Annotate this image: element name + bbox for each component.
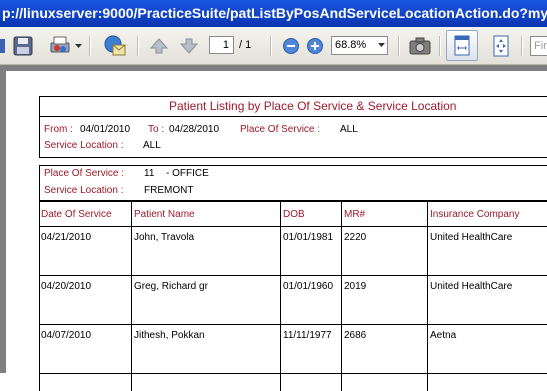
page-number-input[interactable]: 1 [209,36,234,54]
cell-insurance-company: Aetna [430,330,457,341]
cell-date-of-service: 04/21/2010 [41,232,92,243]
document-viewport[interactable]: Patient Listing by Place Of Service & Se… [0,65,547,391]
col-mr-number: MR# [344,209,366,220]
save-icon[interactable] [10,33,36,59]
cell-insurance-company: United HealthCare [430,232,513,243]
fit-page-icon[interactable] [487,32,515,60]
window-title-bar: p://linuxserver:9000/PracticeSuite/patLi… [0,0,547,27]
svc-loc-filter-value: ALL [143,140,161,151]
cell-dob: 01/01/1981 [283,232,334,243]
cell-patient-name: Jithesh, Pokkan [134,330,205,341]
col-insurance-company: Insurance Company [430,209,520,220]
svc-loc-filter-label: Service Location : [44,140,124,151]
cell-date-of-service: 04/07/2010 [41,330,92,341]
fit-width-button[interactable] [446,30,478,61]
print-dropdown-arrow-icon[interactable] [74,41,82,51]
next-page-icon[interactable] [178,35,200,57]
report-title: Patient Listing by Place Of Service & Se… [169,99,457,113]
cell-mr-number: 2220 [344,232,367,243]
print-icon[interactable] [47,33,73,59]
col-dob: DOB [283,209,305,220]
pdf-page: Patient Listing by Place Of Service & Se… [6,71,547,391]
pos-filter-label: Place Of Service : [240,124,321,135]
cell-insurance-company: United HealthCare [430,281,513,292]
group-pos-name: - OFFICE [166,168,209,179]
from-label: From : [44,124,73,135]
cell-date-of-service: 04/20/2010 [41,281,92,292]
snapshot-camera-icon[interactable] [407,34,433,58]
zoom-out-icon[interactable] [281,36,301,56]
col-date-of-service: Date Of Service [41,209,112,220]
to-value: 04/28/2010 [169,124,220,135]
email-icon[interactable] [101,32,129,60]
pos-filter-value: ALL [340,124,358,135]
to-label: To : [148,124,165,135]
group-svc-loc-label: Service Location : [44,185,124,196]
find-input[interactable]: Fir [530,36,547,56]
cell-patient-name: John, Travola [134,232,195,243]
col-patient-name: Patient Name [134,209,195,220]
cell-patient-name: Greg, Richard gr [134,281,208,292]
from-value: 04/01/2010 [80,124,131,135]
page-total-label: / 1 [239,39,252,51]
fit-width-icon [454,35,470,56]
zoom-dropdown-arrow-icon[interactable] [378,36,385,55]
cell-dob: 01/01/1960 [283,281,334,292]
group-pos-label: Place Of Service : [44,168,125,179]
cell-mr-number: 2686 [344,330,367,341]
toolbar-edge-icon[interactable] [0,37,6,55]
group-pos-code: 11 [144,168,155,179]
previous-page-icon[interactable] [148,35,170,57]
cell-mr-number: 2019 [344,281,367,292]
cell-dob: 11/11/1977 [283,330,332,341]
zoom-in-icon[interactable] [305,36,325,56]
window-title: p://linuxserver:9000/PracticeSuite/patLi… [2,5,547,21]
pdf-toolbar: 1 / 1 68.8% Fir [0,27,547,65]
group-svc-loc-value: FREMONT [144,185,194,196]
